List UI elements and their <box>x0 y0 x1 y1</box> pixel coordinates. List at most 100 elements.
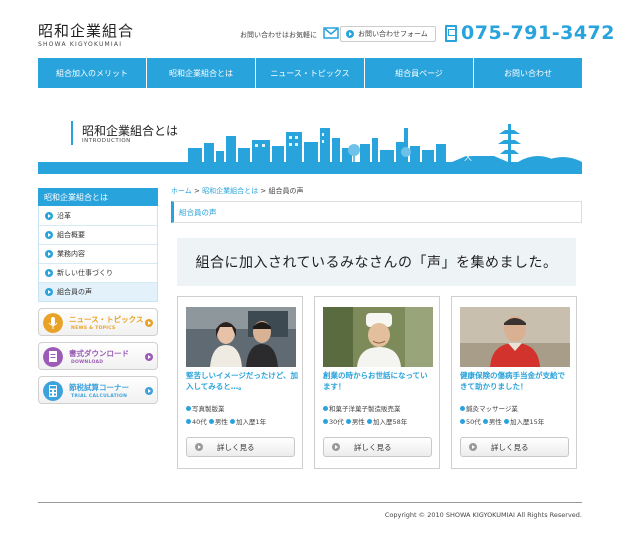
bullet-icon <box>460 419 465 424</box>
nav-news[interactable]: ニュース・トピックス <box>256 58 365 88</box>
page-banner: 大 昭和企業組合とは INTRODUCTION <box>38 98 582 174</box>
sidebar-item-label: 組合員の声 <box>57 288 92 296</box>
microphone-icon <box>43 313 63 333</box>
voice-meta: 写真製版業 40代 男性 加入歴1年 <box>186 403 301 429</box>
nav-merit[interactable]: 組合加入のメリット <box>38 58 147 88</box>
banner-title: ニュース・トピックス <box>69 315 144 324</box>
sidebar-item-label: 業務内容 <box>57 250 85 258</box>
sidebar: 昭和企業組合とは 沿革 組合概要 業務内容 新しい仕事づくり 組合員の声 ニュー… <box>38 188 158 404</box>
read-more-button[interactable]: 詳しく見る <box>460 437 569 457</box>
bullet-icon <box>503 419 509 424</box>
voice-title: 堅苦しいイメージだったけど、加入してみると…。 <box>186 371 298 391</box>
bullet-icon <box>186 419 191 424</box>
arrow-right-icon <box>145 319 153 327</box>
logo-english: SHOWA KIGYOKUMIAI <box>38 41 123 48</box>
banner-title: 書式ダウンロード <box>69 349 129 358</box>
membership-years: 加入歴15年 <box>509 418 545 426</box>
voice-title: 創業の時からお世話になっています！ <box>323 371 428 391</box>
nav-contact[interactable]: お問い合わせ <box>474 58 582 88</box>
business-type: 鍼灸マッサージ業 <box>466 405 518 413</box>
voice-card: 健康保険の傷病手当金が支給できて助かりました！ 鍼灸マッサージ業 50代 男性 … <box>451 296 577 469</box>
nav-about[interactable]: 昭和企業組合とは <box>147 58 256 88</box>
phone-icon <box>445 25 457 42</box>
sidebar-item-overview[interactable]: 組合概要 <box>39 225 157 244</box>
voice-card: 創業の時からお世話になっています！ 和菓子洋菓子製造販売業 30代 男性 加入歴… <box>314 296 440 469</box>
calculator-icon <box>43 381 63 401</box>
breadcrumb-separator: > <box>260 187 267 195</box>
sidebar-item-label: 沿革 <box>57 211 71 220</box>
bullet-icon <box>345 419 351 424</box>
sidebar-menu: 沿革 組合概要 業務内容 新しい仕事づくり 組合員の声 <box>38 206 158 302</box>
arrow-right-icon <box>469 443 477 451</box>
arrow-right-icon <box>332 443 340 451</box>
read-more-button[interactable]: 詳しく見る <box>323 437 432 457</box>
bullet-icon <box>323 419 328 424</box>
membership-years: 加入歴58年 <box>372 418 408 426</box>
member-photo <box>460 307 570 367</box>
breadcrumb-home[interactable]: ホーム <box>171 187 192 195</box>
section-heading: 組合員の声 <box>171 201 582 223</box>
read-more-label: 詳しく見る <box>491 442 529 452</box>
member-photo <box>323 307 433 367</box>
news-topics-banner[interactable]: ニュース・トピックス NEWS & TOPICS <box>38 308 158 336</box>
global-nav: 組合加入のメリット 昭和企業組合とは ニュース・トピックス 組合員ページ お問い… <box>38 58 582 88</box>
breadcrumb-current: 組合員の声 <box>268 187 304 195</box>
business-type: 写真製版業 <box>192 405 225 413</box>
membership-years: 加入歴1年 <box>235 418 267 426</box>
daimonji-mark: 大 <box>464 152 472 162</box>
voice-meta: 鍼灸マッサージ業 50代 男性 加入歴15年 <box>460 403 575 429</box>
bullet-icon <box>366 419 372 424</box>
trial-calculation-banner[interactable]: 節税試算コーナー TRIAL CALCULATION <box>38 376 158 404</box>
footer-divider <box>38 502 582 503</box>
arrow-right-icon <box>145 387 153 395</box>
voice-meta: 和菓子洋菓子製造販売業 30代 男性 加入歴58年 <box>323 403 438 429</box>
document-download-icon <box>43 347 63 367</box>
arrow-right-icon <box>45 211 53 220</box>
voice-title: 健康保険の傷病手当金が支給できて助かりました！ <box>460 371 565 391</box>
bullet-icon <box>460 406 465 411</box>
site-logo[interactable]: 昭和企業組合 SHOWA KIGYOKUMIAI <box>38 22 134 48</box>
read-more-button[interactable]: 詳しく見る <box>186 437 295 457</box>
bullet-icon <box>482 419 488 424</box>
sidebar-heading: 昭和企業組合とは <box>38 188 158 206</box>
arrow-right-icon <box>145 353 153 361</box>
sidebar-item-voices[interactable]: 組合員の声 <box>39 282 157 301</box>
bullet-icon <box>208 419 214 424</box>
age: 50代 <box>466 418 481 426</box>
gender: 男性 <box>488 418 502 426</box>
inquiry-text: お問い合わせはお気軽に <box>240 31 317 39</box>
catch-copy: 組合に加入されているみなさんの「声」を集めました。 <box>177 238 576 286</box>
banner-sub: TRIAL CALCULATION <box>71 394 128 399</box>
sidebar-item-history[interactable]: 沿革 <box>39 206 157 225</box>
logo-japanese: 昭和企業組合 <box>38 22 135 40</box>
sidebar-item-label: 組合概要 <box>57 231 85 239</box>
gender: 男性 <box>214 418 228 426</box>
download-banner[interactable]: 書式ダウンロード DOWNLOAD <box>38 342 158 370</box>
bullet-icon <box>186 406 191 411</box>
arrow-right-icon <box>346 30 354 38</box>
sidebar-item-new-work[interactable]: 新しい仕事づくり <box>39 263 157 282</box>
breadcrumb-separator: > <box>194 187 200 195</box>
sidebar-item-label: 新しい仕事づくり <box>57 269 113 277</box>
banner-title: 節税試算コーナー <box>69 383 129 392</box>
nav-members[interactable]: 組合員ページ <box>365 58 474 88</box>
breadcrumb: ホーム > 昭和企業組合とは > 組合員の声 <box>171 186 303 196</box>
copyright: Copyright © 2010 SHOWA KIGYOKUMIAI All R… <box>384 511 582 519</box>
gender: 男性 <box>351 418 365 426</box>
business-type: 和菓子洋菓子製造販売業 <box>329 405 401 413</box>
phone-number: 075-791-3472 <box>461 22 615 44</box>
sidebar-item-services[interactable]: 業務内容 <box>39 244 157 263</box>
arrow-right-icon <box>45 269 53 277</box>
banner-title: 昭和企業組合とは <box>82 124 179 138</box>
arrow-right-icon <box>195 443 203 451</box>
contact-form-label: お問い合わせフォーム <box>358 30 428 38</box>
banner-sub: DOWNLOAD <box>71 360 104 365</box>
banner-subtitle: INTRODUCTION <box>82 138 131 144</box>
contact-form-button[interactable]: お問い合わせフォーム <box>340 26 436 42</box>
mail-icon <box>323 27 339 39</box>
arrow-right-icon <box>45 288 53 296</box>
breadcrumb-parent[interactable]: 昭和企業組合とは <box>202 187 258 195</box>
voice-card: 堅苦しいイメージだったけど、加入してみると…。 写真製版業 40代 男性 加入歴… <box>177 296 303 469</box>
member-voice-cards: 堅苦しいイメージだったけど、加入してみると…。 写真製版業 40代 男性 加入歴… <box>177 296 577 469</box>
age: 40代 <box>192 418 207 426</box>
